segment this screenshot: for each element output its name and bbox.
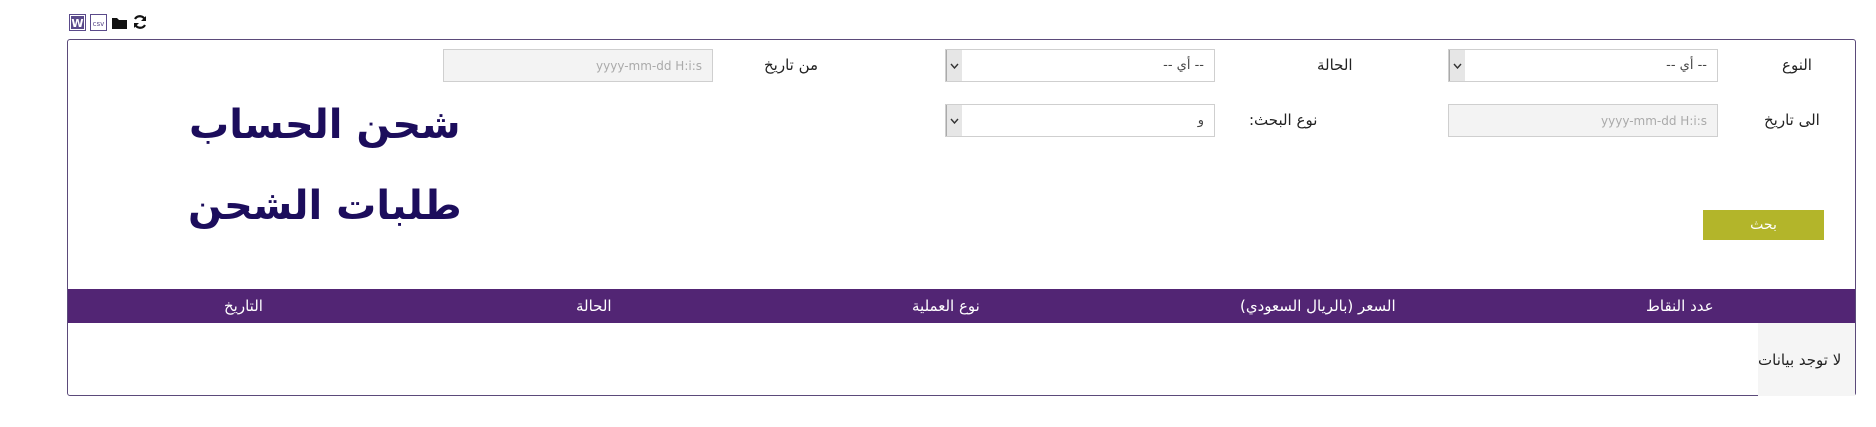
to-date-placeholder: yyyy-mm-dd H:i:s bbox=[1601, 113, 1707, 128]
refresh-icon[interactable] bbox=[131, 13, 149, 31]
column-header-points: عدد النقاط bbox=[1646, 297, 1714, 315]
from-date-input[interactable]: yyyy-mm-dd H:i:s bbox=[443, 49, 713, 82]
search-type-select[interactable]: و bbox=[945, 104, 1215, 137]
no-data-text: لا توجد بيانات bbox=[1758, 350, 1842, 369]
column-header-price: السعر (بالريال السعودي) bbox=[1240, 297, 1396, 315]
table-header: عدد النقاط السعر (بالريال السعودي) نوع ا… bbox=[68, 289, 1855, 323]
page-subtitle: طلبات الشحن bbox=[188, 183, 462, 229]
status-label: الحالة bbox=[1317, 56, 1353, 74]
chevron-down-icon bbox=[1449, 50, 1465, 81]
excel-export-icon[interactable]: csv bbox=[89, 13, 107, 31]
empty-table-cell: لا توجد بيانات bbox=[1758, 323, 1855, 396]
status-select[interactable]: -- أي -- bbox=[945, 49, 1215, 82]
type-select[interactable]: -- أي -- bbox=[1448, 49, 1718, 82]
search-type-label: نوع البحث: bbox=[1249, 111, 1318, 129]
page-title: شحن الحساب bbox=[189, 102, 461, 148]
column-header-operation-type: نوع العملية bbox=[912, 297, 980, 315]
chevron-down-icon bbox=[946, 105, 962, 136]
folder-icon[interactable] bbox=[110, 13, 128, 31]
from-date-label: من تاريخ bbox=[764, 56, 819, 74]
to-date-label: الى تاريخ bbox=[1764, 111, 1820, 129]
svg-text:W: W bbox=[71, 17, 83, 30]
from-date-placeholder: yyyy-mm-dd H:i:s bbox=[596, 58, 702, 73]
search-type-value: و bbox=[1197, 113, 1204, 128]
export-toolbar: W csv bbox=[68, 12, 149, 32]
svg-text:csv: csv bbox=[92, 20, 104, 28]
chevron-down-icon bbox=[946, 50, 962, 81]
status-select-value: -- أي -- bbox=[1163, 58, 1204, 73]
charge-requests-panel: النوع -- أي -- الحالة -- أي -- من تاريخ … bbox=[67, 39, 1856, 396]
type-select-value: -- أي -- bbox=[1666, 58, 1707, 73]
column-header-date: التاريخ bbox=[224, 297, 263, 315]
search-button[interactable]: بحث bbox=[1703, 210, 1824, 240]
type-label: النوع bbox=[1782, 56, 1812, 74]
to-date-input[interactable]: yyyy-mm-dd H:i:s bbox=[1448, 104, 1718, 137]
column-header-status: الحالة bbox=[576, 297, 612, 315]
word-export-icon[interactable]: W bbox=[68, 13, 86, 31]
